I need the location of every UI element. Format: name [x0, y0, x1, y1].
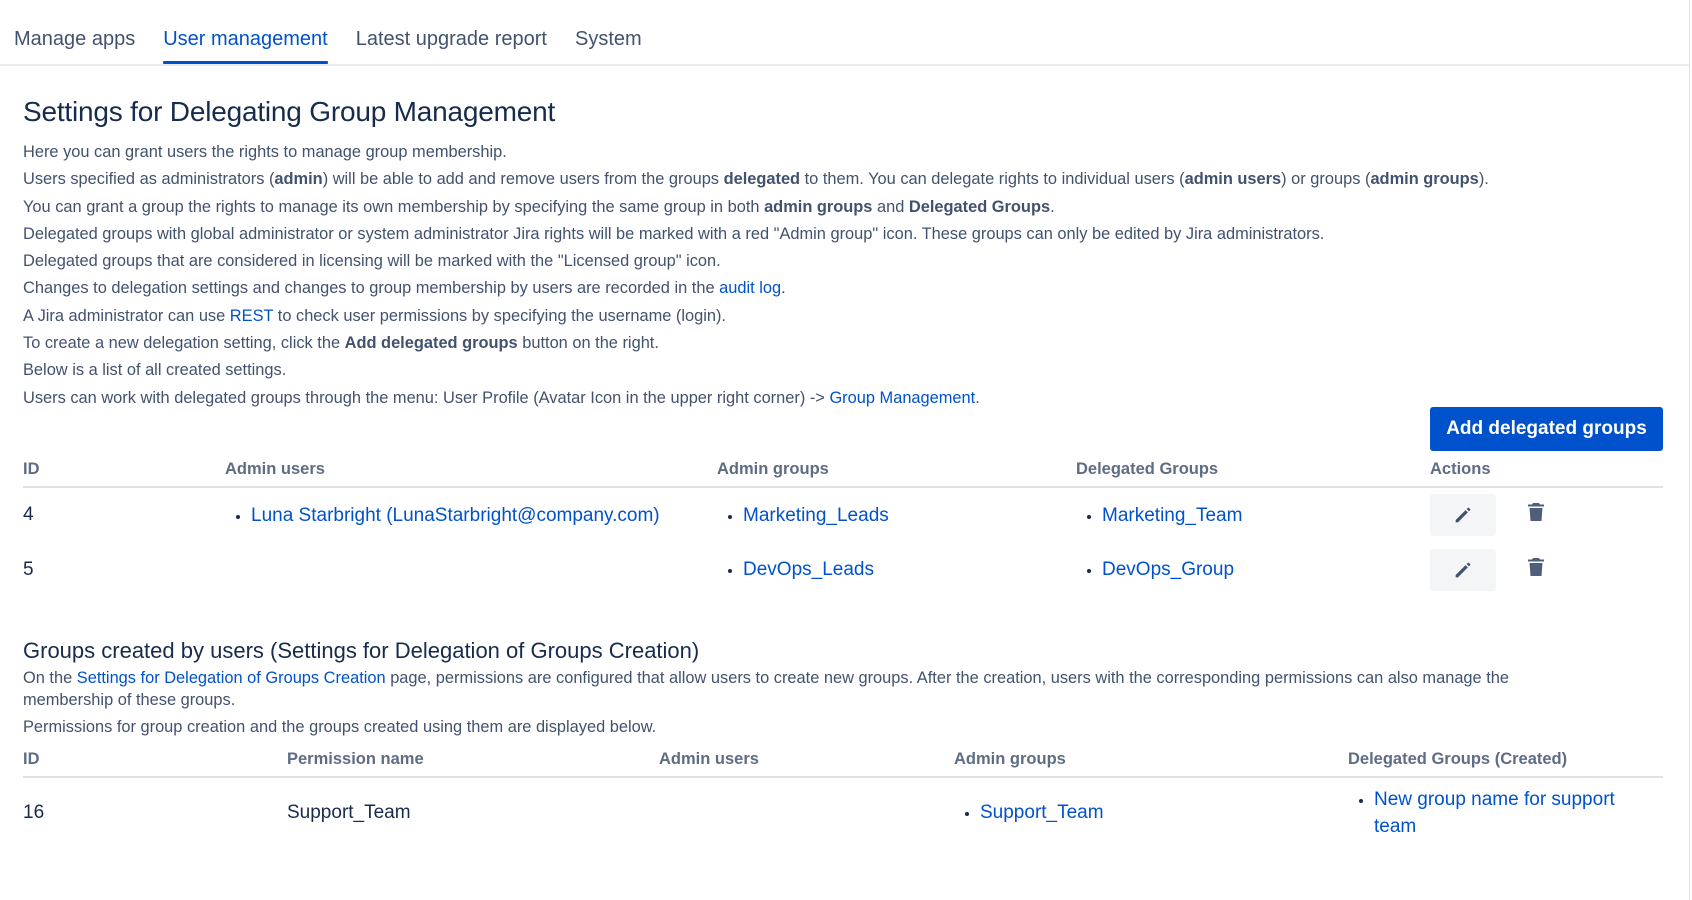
permission-name: Support_Team [287, 801, 411, 823]
col-admin-users: Admin users [659, 742, 954, 778]
admin-user-link[interactable]: Luna Starbright (LunaStarbright@company.… [251, 505, 660, 526]
table-row: 4 Luna Starbright (LunaStarbright@compan… [23, 487, 1663, 542]
delegated-group-link[interactable]: DevOps_Group [1102, 559, 1234, 580]
admin-group-link[interactable]: DevOps_Leads [743, 559, 874, 580]
creation-section: Groups created by users (Settings for De… [23, 638, 1663, 738]
row-id: 4 [23, 504, 34, 525]
col-delegated-groups-created: Delegated Groups (Created) [1348, 742, 1663, 778]
col-admin-users: Admin users [225, 452, 717, 488]
row-id: 16 [23, 801, 45, 823]
creation-desc-line: On the Settings for Delegation of Groups… [23, 669, 1510, 687]
rest-link[interactable]: REST [230, 307, 273, 325]
admin-group-link[interactable]: Marketing_Leads [743, 505, 889, 526]
trash-icon [1528, 557, 1545, 576]
creation-desc-line: Permissions for group creation and the g… [23, 717, 657, 736]
col-admin-groups: Admin groups [717, 452, 1076, 488]
edit-button[interactable] [1430, 494, 1496, 536]
main-content: Settings for Delegating Group Management… [23, 96, 1663, 412]
intro-line: To create a new delegation setting, clic… [23, 334, 659, 353]
col-id: ID [23, 742, 287, 778]
panel-border [1689, 0, 1690, 900]
tab-manage-apps[interactable]: Manage apps [14, 0, 135, 64]
add-delegated-groups-button[interactable]: Add delegated groups [1430, 407, 1663, 451]
table-header: ID Admin users Admin groups Delegated Gr… [23, 452, 1663, 488]
section-title: Groups created by users (Settings for De… [23, 638, 700, 663]
tab-bar: Manage apps User management Latest upgra… [14, 0, 670, 64]
creation-desc: On the Settings for Delegation of Groups… [23, 668, 1663, 738]
page-title: Settings for Delegating Group Management [23, 96, 556, 127]
trash-icon [1528, 503, 1545, 521]
admin-user-cell [225, 542, 717, 597]
table-header: ID Permission name Admin users Admin gro… [23, 742, 1663, 778]
pencil-icon [1455, 507, 1471, 523]
table-row: 5 DevOps_Leads DevOps_Group [23, 542, 1663, 597]
tab-user-management[interactable]: User management [163, 0, 328, 64]
col-admin-groups: Admin groups [954, 742, 1348, 778]
audit-log-link[interactable]: audit log [719, 279, 781, 297]
intro-text: Here you can grant users the rights to m… [23, 139, 1663, 412]
delegation-table: ID Admin users Admin groups Delegated Gr… [23, 452, 1663, 597]
admin-users-cell [659, 777, 954, 847]
intro-line: A Jira administrator can use REST to che… [23, 306, 726, 325]
created-group-link[interactable]: New group name for support team [1374, 789, 1615, 837]
group-management-link[interactable]: Group Management [829, 389, 975, 407]
edit-button[interactable] [1430, 548, 1496, 591]
col-id: ID [23, 452, 225, 488]
creation-settings-link[interactable]: Settings for Delegation of Groups Creati… [77, 669, 386, 687]
intro-line: You can grant a group the rights to mana… [23, 197, 1055, 216]
intro-line: Delegated groups with global administrat… [23, 224, 1325, 243]
tab-system[interactable]: System [575, 0, 642, 64]
tab-latest-upgrade-report[interactable]: Latest upgrade report [356, 0, 547, 64]
table-row: 16 Support_Team Support_Team New group n… [23, 777, 1663, 847]
admin-group-link[interactable]: Support_Team [980, 802, 1104, 823]
intro-line: Here you can grant users the rights to m… [23, 143, 507, 161]
intro-line: Changes to delegation settings and chang… [23, 279, 786, 298]
creation-desc-line: membership of these groups. [23, 690, 236, 709]
intro-line: Users can work with delegated groups thr… [23, 388, 980, 407]
col-actions: Actions [1430, 452, 1663, 488]
intro-line: Delegated groups that are considered in … [23, 252, 721, 271]
intro-line: Below is a list of all created settings. [23, 361, 287, 380]
col-permission-name: Permission name [287, 742, 659, 778]
creation-table: ID Permission name Admin users Admin gro… [23, 742, 1663, 847]
col-delegated-groups: Delegated Groups [1076, 452, 1430, 488]
tabs-divider [0, 64, 1689, 66]
pencil-icon [1455, 562, 1471, 577]
intro-line: Users specified as administrators (admin… [23, 170, 1489, 189]
delete-button[interactable] [1527, 557, 1545, 583]
delete-button[interactable] [1527, 502, 1545, 528]
row-id: 5 [23, 558, 34, 580]
delegated-group-link[interactable]: Marketing_Team [1102, 505, 1242, 526]
page: Manage apps User management Latest upgra… [0, 0, 1692, 900]
